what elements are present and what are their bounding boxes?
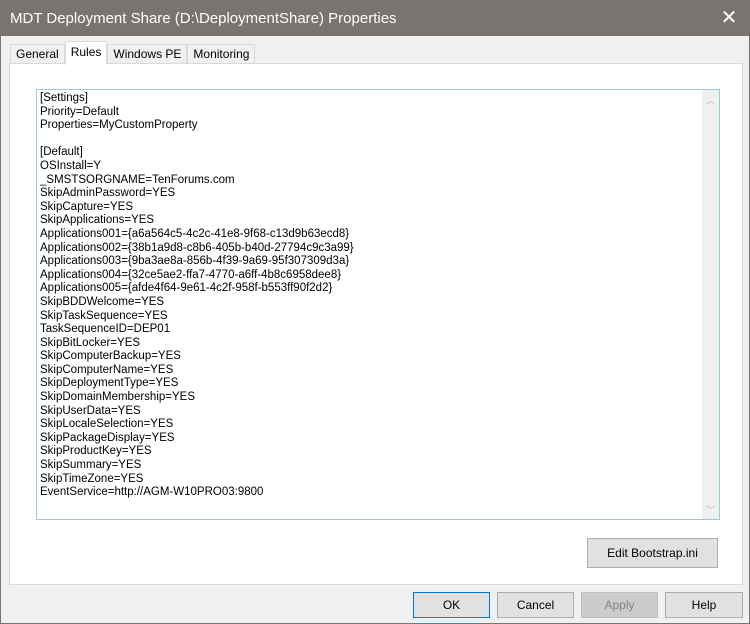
tab-strip: General Rules Windows PE Monitoring (10, 41, 256, 65)
help-button[interactable]: Help (665, 592, 743, 618)
ok-button[interactable]: OK (413, 592, 490, 618)
rules-panel: [Settings] Priority=Default Properties=M… (9, 63, 743, 585)
edit-bootstrap-button[interactable]: Edit Bootstrap.ini (587, 538, 718, 568)
scroll-up-icon[interactable]: ︿ (702, 92, 719, 107)
tab-monitoring[interactable]: Monitoring (187, 44, 256, 65)
tab-rules[interactable]: Rules (64, 41, 108, 65)
title-bar: MDT Deployment Share (D:\DeploymentShare… (1, 1, 750, 36)
close-icon[interactable]: ✕ (717, 7, 741, 29)
cancel-button[interactable]: Cancel (497, 592, 574, 618)
vertical-scrollbar[interactable]: ︿ ﹀ (702, 90, 719, 519)
rules-text[interactable]: [Settings] Priority=Default Properties=M… (40, 92, 354, 500)
tab-general[interactable]: General (10, 44, 65, 65)
window-title: MDT Deployment Share (D:\DeploymentShare… (10, 10, 397, 27)
scroll-down-icon[interactable]: ﹀ (702, 502, 719, 517)
apply-button[interactable]: Apply (581, 592, 658, 618)
rules-textarea[interactable]: [Settings] Priority=Default Properties=M… (36, 89, 720, 520)
tab-windows-pe[interactable]: Windows PE (107, 44, 188, 65)
